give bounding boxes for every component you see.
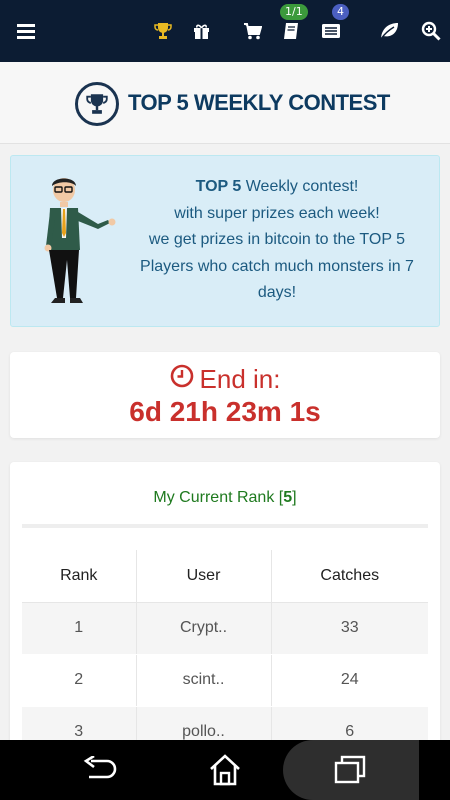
countdown-label: End in: xyxy=(10,364,440,395)
info-line-3: we get prizes in bitcoin to the TOP 5 xyxy=(148,231,406,248)
recent-apps-icon[interactable] xyxy=(330,750,370,790)
page-header: TOP 5 WEEKLY CONTEST xyxy=(0,62,450,144)
cart-icon[interactable] xyxy=(240,18,266,44)
info-line-2: with super prizes each week! xyxy=(174,204,380,222)
user-cell[interactable]: Crypt.. xyxy=(136,602,272,655)
rank-cell: 2 xyxy=(22,654,137,707)
catches-cell: 33 xyxy=(271,602,428,655)
divider xyxy=(22,524,428,528)
book-icon[interactable]: 1/1 xyxy=(278,4,308,44)
rank-cell: 1 xyxy=(22,602,137,655)
presenter-illustration xyxy=(41,176,121,306)
contest-description: TOP 5 Weekly contest! with super prizes … xyxy=(121,174,433,307)
my-current-rank: My Current Rank [5] xyxy=(10,489,440,507)
table-header-row: Rank User Catches xyxy=(22,550,428,603)
column-header-user: User xyxy=(136,550,272,603)
trophy-icon xyxy=(75,82,119,126)
newspaper-icon[interactable]: 4 xyxy=(318,4,349,44)
leaf-icon[interactable] xyxy=(376,18,402,44)
info-highlight: TOP 5 xyxy=(195,178,242,195)
page-title: TOP 5 WEEKLY CONTEST xyxy=(128,90,390,115)
column-header-catches: Catches xyxy=(271,550,428,603)
leaderboard-table: Rank User Catches 1 Crypt.. 33 2 scint..… xyxy=(22,550,428,759)
table-row: 2 scint.. 24 xyxy=(22,654,428,707)
countdown-label-text: End in: xyxy=(199,364,281,394)
countdown-value: 6d 21h 23m 1s xyxy=(129,396,321,427)
home-icon[interactable] xyxy=(205,750,245,790)
catches-cell: 24 xyxy=(271,654,428,707)
trophy-icon[interactable] xyxy=(150,18,176,44)
news-badge: 4 xyxy=(332,4,349,20)
contest-info-box: TOP 5 Weekly contest! with super prizes … xyxy=(10,155,440,327)
clock-icon xyxy=(170,364,194,395)
my-rank-value: 5 xyxy=(283,489,293,506)
search-plus-icon[interactable] xyxy=(418,18,444,44)
info-line-5: days! xyxy=(257,284,297,301)
top-navigation-bar: 1/1 4 xyxy=(0,0,450,62)
book-badge: 1/1 xyxy=(280,4,308,20)
my-rank-suffix: ] xyxy=(292,489,297,506)
user-cell[interactable]: scint.. xyxy=(136,654,272,707)
table-row: 1 Crypt.. 33 xyxy=(22,602,428,655)
back-icon[interactable] xyxy=(80,750,120,790)
system-navigation-bar xyxy=(0,740,450,800)
info-line-4: Players who catch much monsters in 7 xyxy=(140,257,414,275)
info-line-1: Weekly contest! xyxy=(241,178,359,195)
column-header-rank: Rank xyxy=(22,550,137,603)
countdown-panel: End in: 6d 21h 23m 1s xyxy=(10,352,440,438)
leaderboard-panel: My Current Rank [5] Rank User Catches 1 … xyxy=(10,462,440,762)
menu-icon[interactable] xyxy=(13,18,39,44)
my-rank-prefix: My Current Rank [ xyxy=(153,489,284,506)
gift-icon[interactable] xyxy=(188,18,214,44)
